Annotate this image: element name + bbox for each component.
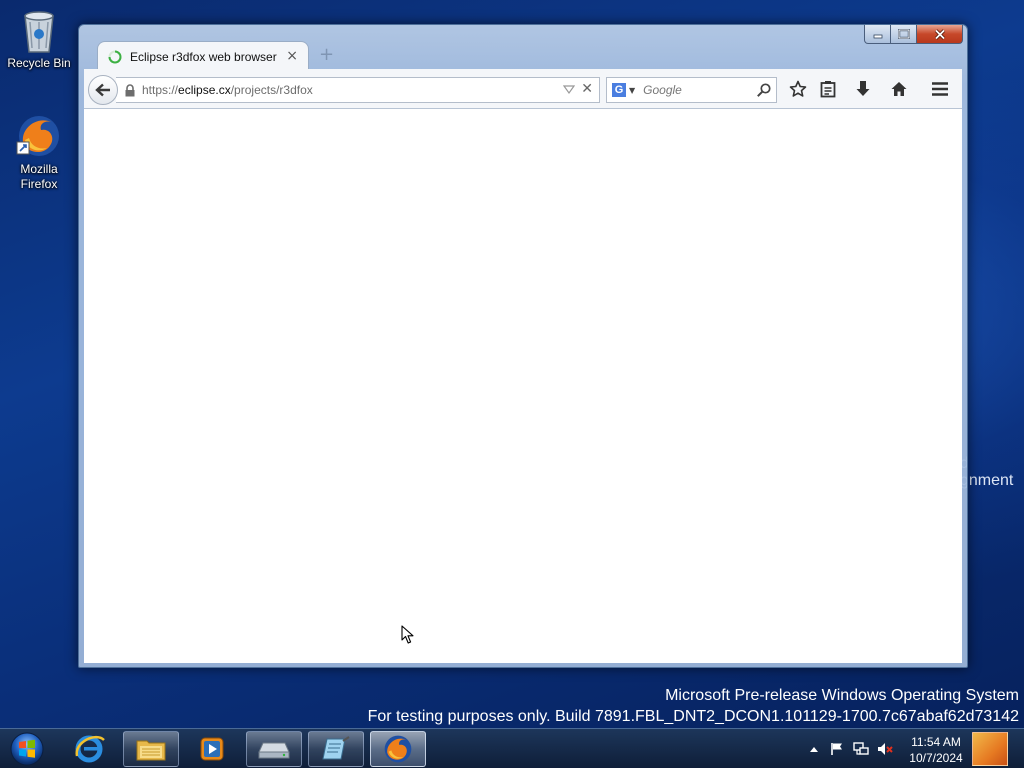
clock-date: 10/7/2024 bbox=[909, 751, 963, 765]
flag-icon bbox=[831, 743, 842, 755]
taskbar-media-player[interactable] bbox=[184, 731, 240, 767]
back-arrow-icon bbox=[95, 83, 110, 97]
stop-loading-icon[interactable]: ✕ bbox=[581, 81, 593, 97]
download-arrow-icon bbox=[856, 81, 870, 96]
tab-close-icon[interactable]: × bbox=[286, 49, 298, 63]
home-button[interactable] bbox=[889, 79, 909, 99]
windows-watermark-line1: Microsoft Pre-release Windows Operating … bbox=[665, 687, 1019, 704]
close-icon bbox=[934, 28, 945, 40]
maximize-icon bbox=[897, 29, 910, 39]
desktop-icon-recycle-bin[interactable]: Recycle Bin bbox=[3, 6, 75, 71]
tab-title: Eclipse r3dfox web browser bbox=[130, 49, 277, 64]
clipboard-icon bbox=[820, 81, 836, 98]
tab-bar: Eclipse r3dfox web browser × + bbox=[97, 41, 497, 71]
downloads-button[interactable] bbox=[853, 79, 873, 99]
internet-explorer-icon bbox=[75, 735, 105, 763]
url-text: https://eclipse.cx/projects/r3dfox bbox=[142, 83, 313, 97]
page-content-area[interactable] bbox=[84, 109, 962, 663]
new-tab-button[interactable]: + bbox=[319, 45, 334, 65]
browser-window: Eclipse r3dfox web browser × + https://e… bbox=[78, 24, 968, 668]
drive-icon bbox=[258, 742, 290, 759]
search-placeholder: Google bbox=[643, 83, 682, 97]
back-button[interactable] bbox=[88, 75, 118, 105]
background-text-fragment: gnment bbox=[960, 472, 1014, 489]
taskbar-windows-explorer[interactable] bbox=[123, 731, 179, 767]
start-button[interactable] bbox=[8, 731, 46, 767]
desktop-icon-label: Recycle Bin bbox=[7, 56, 71, 70]
minimize-icon bbox=[873, 34, 882, 39]
maximize-button[interactable] bbox=[891, 25, 917, 44]
home-icon bbox=[891, 82, 907, 96]
url-scheme: https:// bbox=[142, 83, 179, 97]
url-dropdown-icon[interactable] bbox=[563, 83, 575, 95]
loading-throbber-icon bbox=[108, 50, 122, 63]
tab-active[interactable]: Eclipse r3dfox web browser × bbox=[97, 41, 309, 71]
hamburger-menu-button[interactable] bbox=[930, 79, 950, 99]
google-icon[interactable]: G bbox=[612, 83, 626, 97]
search-icon[interactable] bbox=[756, 82, 772, 98]
close-window-button[interactable] bbox=[917, 25, 963, 44]
bookmark-star-button[interactable] bbox=[788, 79, 808, 99]
volume-muted-icon[interactable] bbox=[877, 741, 893, 757]
recycle-bin-icon bbox=[24, 11, 54, 53]
speaker-muted-icon bbox=[878, 743, 893, 755]
taskbar-notepad[interactable] bbox=[308, 731, 364, 767]
desktop-icon-label: Mozilla Firefox bbox=[20, 162, 58, 191]
url-host: eclipse.cx bbox=[178, 83, 231, 97]
show-desktop-button[interactable] bbox=[972, 732, 1008, 766]
windows-start-orb-icon bbox=[10, 732, 44, 766]
taskbar-internet-explorer[interactable] bbox=[62, 731, 118, 767]
search-bar[interactable]: G ▼ Google bbox=[606, 77, 777, 103]
mouse-cursor-icon bbox=[401, 625, 414, 644]
folder-icon bbox=[136, 740, 166, 761]
star-icon bbox=[789, 80, 807, 97]
network-monitor-icon bbox=[853, 742, 869, 755]
url-path: /projects/r3dfox bbox=[230, 83, 313, 97]
reading-list-button[interactable] bbox=[818, 79, 838, 99]
taskbar-firefox[interactable] bbox=[370, 731, 426, 767]
firefox-icon bbox=[16, 116, 59, 156]
minimize-button[interactable] bbox=[864, 25, 891, 44]
notepad-icon bbox=[322, 736, 350, 760]
network-icon[interactable] bbox=[853, 741, 869, 757]
chevron-up-icon bbox=[810, 747, 818, 752]
system-tray: 11:54 AM 10/7/2024 bbox=[800, 729, 1020, 768]
firefox-icon bbox=[384, 735, 412, 763]
chevron-down-icon[interactable]: ▼ bbox=[629, 86, 635, 95]
taskbar-drive[interactable] bbox=[246, 731, 302, 767]
media-player-icon bbox=[200, 737, 224, 761]
desktop-icon-firefox[interactable]: Mozilla Firefox bbox=[3, 112, 75, 192]
taskbar-clock[interactable]: 11:54 AM 10/7/2024 bbox=[906, 734, 966, 766]
tray-expand-button[interactable] bbox=[806, 741, 822, 757]
action-center-flag-icon[interactable] bbox=[829, 741, 845, 757]
url-bar[interactable]: https://eclipse.cx/projects/r3dfox ✕ bbox=[116, 77, 600, 103]
desktop: Recycle Bin Mozilla Firefox d gnment Mic… bbox=[0, 0, 1024, 768]
clock-time: 11:54 AM bbox=[911, 735, 961, 749]
navigation-toolbar: https://eclipse.cx/projects/r3dfox ✕ G ▼… bbox=[84, 69, 962, 109]
hamburger-icon bbox=[932, 82, 948, 96]
lock-icon bbox=[125, 83, 135, 96]
window-caption-buttons bbox=[864, 25, 963, 44]
windows-watermark-line2: For testing purposes only. Build 7891.FB… bbox=[367, 708, 1019, 725]
taskbar: 11:54 AM 10/7/2024 bbox=[0, 728, 1024, 768]
